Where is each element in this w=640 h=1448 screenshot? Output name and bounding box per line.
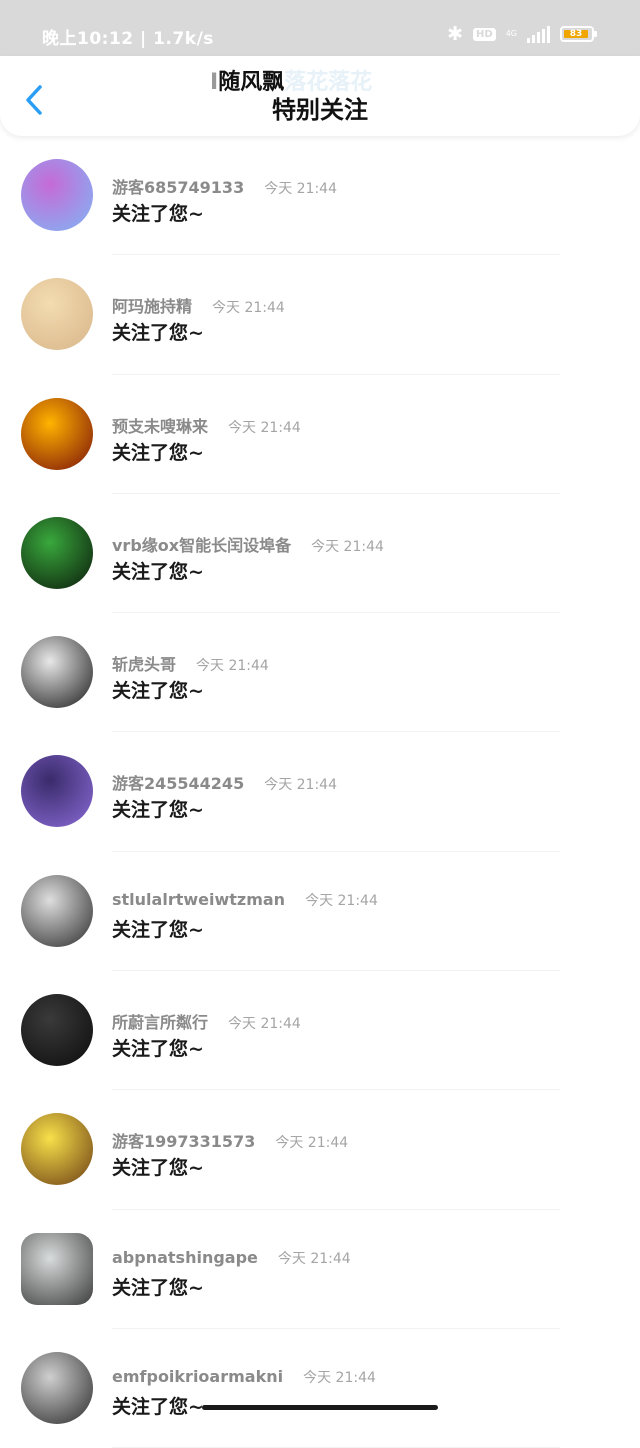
timestamp: 今天 21:44: [228, 1016, 301, 1033]
notification-row[interactable]: abpnatshingape 今天 21:44 关注了您~: [0, 1210, 640, 1329]
battery-level: 83: [564, 30, 588, 39]
notification-message: 关注了您~: [112, 203, 204, 225]
avatar[interactable]: [21, 874, 93, 947]
timestamp: 今天 21:44: [196, 658, 269, 675]
user-name[interactable]: stlulalrtweiwtzman: [112, 890, 285, 909]
notification-row[interactable]: 所蔚言所粼行 今天 21:44 关注了您~: [0, 971, 640, 1091]
hd-icon: HD: [473, 27, 496, 41]
notification-row[interactable]: 预支未嗖琳来 今天 21:44 关注了您~: [0, 375, 640, 494]
notification-message: 关注了您~: [112, 1157, 204, 1180]
network-type: 4G: [505, 29, 517, 38]
avatar[interactable]: [21, 1351, 93, 1424]
avatar[interactable]: [21, 397, 93, 470]
timestamp: 今天 21:44: [277, 1250, 351, 1267]
notification-message: 关注了您~: [112, 918, 204, 941]
name-time-line: 游客685749133 今天 21:44: [112, 174, 337, 198]
notification-row[interactable]: 游客245544245 今天 21:44 关注了您~: [0, 732, 640, 852]
user-name[interactable]: 游客685749133: [112, 174, 244, 198]
user-name[interactable]: 游客245544245: [112, 770, 244, 794]
user-name[interactable]: abpnatshingape: [112, 1248, 258, 1267]
battery-icon: 83: [560, 26, 597, 42]
avatar[interactable]: [21, 636, 93, 709]
avatar[interactable]: [21, 516, 93, 589]
avatar[interactable]: [21, 159, 93, 231]
status-time-speed: 晚上10:12 | 1.7k/s: [42, 29, 214, 49]
user-name[interactable]: vrb缘ox智能长闰设埠备: [112, 532, 291, 556]
notification-message: 关注了您~: [112, 1276, 204, 1299]
page-title: 特别关注: [272, 96, 368, 124]
notification-row[interactable]: vrb缘ox智能长闰设埠备 今天 21:44 关注了您~: [0, 494, 640, 614]
notification-message: 关注了您~: [112, 1395, 204, 1418]
avatar[interactable]: [21, 755, 93, 828]
notification-message: 关注了您~: [112, 441, 204, 464]
bluetooth-icon: ✱: [447, 23, 464, 45]
timestamp: 今天 21:44: [264, 181, 337, 197]
signal-icon: [527, 25, 550, 43]
user-name[interactable]: 游客1997331573: [112, 1128, 255, 1152]
notification-row[interactable]: stlulalrtweiwtzman 今天 21:44 关注了您~: [0, 852, 640, 972]
status-bar: 晚上10:12 | 1.7k/s ✱ HD 4G 83: [0, 0, 640, 56]
header: I随风飘落花落花 特别关注: [0, 56, 640, 136]
notification-row[interactable]: emfpoikrioarmakni 今天 21:44 关注了您~: [0, 1329, 640, 1448]
avatar[interactable]: [21, 1113, 93, 1186]
home-indicator[interactable]: [202, 1405, 438, 1410]
name-time-line: vrb缘ox智能长闰设埠备 今天 21:44: [112, 532, 384, 556]
name-time-line: 斩虎头哥 今天 21:44: [112, 651, 269, 675]
timestamp: 今天 21:44: [305, 892, 378, 909]
user-name[interactable]: emfpoikrioarmakni: [112, 1367, 283, 1386]
timestamp: 今天 21:44: [303, 1369, 376, 1386]
user-name[interactable]: 斩虎头哥: [112, 651, 176, 675]
name-time-line: 预支未嗖琳来 今天 21:44: [112, 413, 301, 437]
name-time-line: 游客1997331573 今天 21:44: [112, 1128, 348, 1152]
notification-list: 游客685749133 今天 21:44 关注了您~ 阿玛施持精 今天 21:44 关注了…: [0, 136, 640, 1448]
notification-message: 关注了您~: [112, 680, 204, 703]
notification-message: 关注了您~: [112, 560, 204, 583]
notification-row[interactable]: 斩虎头哥 今天 21:44 关注了您~: [0, 613, 640, 733]
status-icons: ✱ HD 4G 83: [447, 23, 597, 45]
timestamp: 今天 21:44: [228, 419, 301, 436]
notification-message: 关注了您~: [112, 1038, 204, 1061]
timestamp: 今天 21:44: [264, 777, 337, 794]
name-time-line: 所蔚言所粼行 今天 21:44: [112, 1009, 301, 1033]
notification-row[interactable]: 游客1997331573 今天 21:44 关注了您~: [0, 1090, 640, 1210]
timestamp: 今天 21:44: [212, 300, 285, 317]
notification-row[interactable]: 游客685749133 今天 21:44 关注了您~: [0, 136, 640, 256]
user-name[interactable]: 阿玛施持精: [112, 293, 192, 317]
user-name[interactable]: 所蔚言所粼行: [112, 1009, 208, 1033]
notification-message: 关注了您~: [112, 799, 204, 822]
avatar[interactable]: [21, 1232, 93, 1305]
name-time-line: emfpoikrioarmakni 今天 21:44: [112, 1367, 376, 1387]
name-time-line: 阿玛施持精 今天 21:44: [112, 293, 285, 317]
name-time-line: 游客245544245 今天 21:44: [112, 770, 337, 794]
user-name[interactable]: 预支未嗖琳来: [112, 413, 208, 437]
avatar[interactable]: [21, 994, 93, 1067]
notification-row[interactable]: 阿玛施持精 今天 21:44 关注了您~: [0, 255, 640, 375]
notification-message: 关注了您~: [112, 322, 204, 345]
timestamp: 今天 21:44: [275, 1135, 349, 1152]
name-time-line: stlulalrtweiwtzman 今天 21:44: [112, 890, 378, 910]
name-time-line: abpnatshingape 今天 21:44: [112, 1248, 351, 1268]
avatar[interactable]: [21, 278, 93, 351]
timestamp: 今天 21:44: [311, 538, 384, 555]
